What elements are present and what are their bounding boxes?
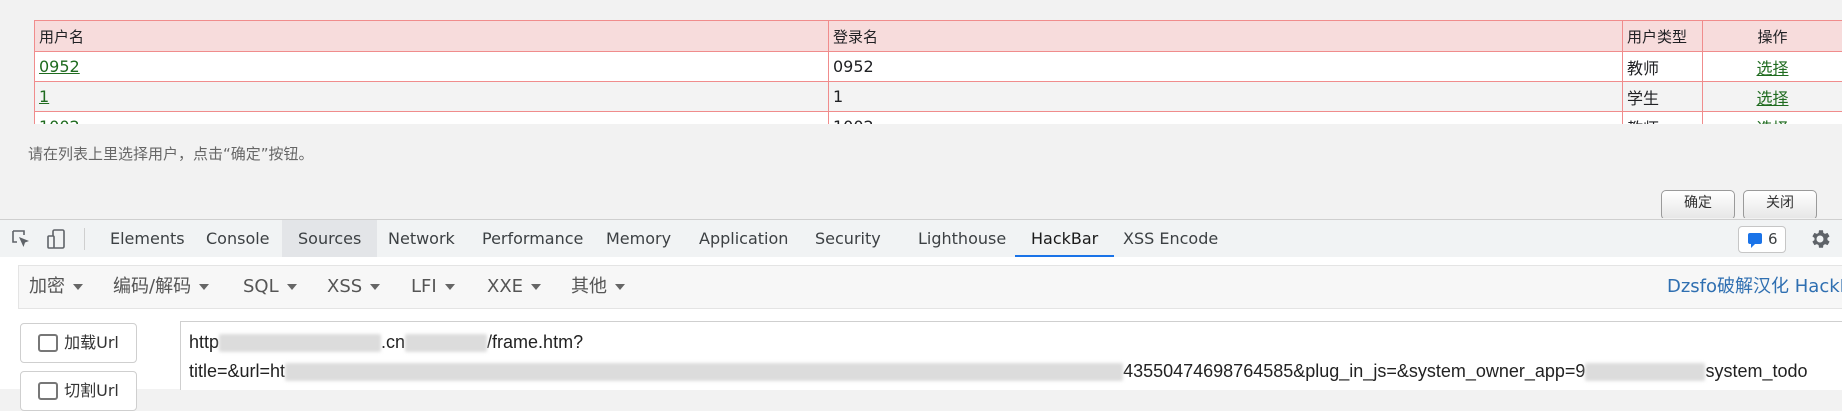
tab-security[interactable]: Security [799, 220, 897, 257]
device-toolbar-icon[interactable] [46, 228, 68, 250]
menu-sql-label: SQL [243, 276, 279, 297]
url-line-2: title=&url=ht 43550474698764585&plug_in_j… [189, 361, 1808, 382]
menu-other-label: 其他 [571, 276, 607, 297]
username-link[interactable]: 1 [39, 87, 49, 106]
user-table: 用户名 登录名 用户类型 操作 0952 0952 教师 选择 1 1 学生 选 [34, 20, 1842, 124]
caret-down-icon [531, 284, 541, 290]
header-login-name: 登录名 [829, 21, 1623, 52]
tab-elements[interactable]: Elements [94, 220, 201, 257]
toolbar-divider [84, 228, 85, 250]
caret-down-icon [445, 284, 455, 290]
page-content: 用户名 登录名 用户类型 操作 0952 0952 教师 选择 1 1 学生 选 [0, 0, 1842, 218]
tab-performance[interactable]: Performance [466, 220, 599, 257]
tab-lighthouse[interactable]: Lighthouse [902, 220, 1022, 257]
table-row: 1 1 学生 选择 [35, 82, 1842, 112]
cell-action: 选择 [1703, 112, 1842, 125]
close-button[interactable]: 关闭 [1743, 190, 1817, 218]
caret-down-icon [615, 284, 625, 290]
ok-button[interactable]: 确定 [1661, 190, 1735, 218]
caret-down-icon [287, 284, 297, 290]
tab-network[interactable]: Network [372, 220, 471, 257]
tab-hackbar[interactable]: HackBar [1015, 220, 1114, 257]
split-url-label: 切割Url [64, 381, 119, 400]
tab-sources[interactable]: Sources [282, 220, 377, 257]
menu-lfi[interactable]: LFI [411, 266, 455, 308]
cell-action: 选择 [1703, 52, 1842, 82]
cell-user-type: 学生 [1623, 82, 1703, 112]
caret-down-icon [370, 284, 380, 290]
select-link[interactable]: 选择 [1756, 59, 1788, 78]
redacted-text [219, 334, 381, 352]
table-row: 0952 0952 教师 选择 [35, 52, 1842, 82]
hackbar-brand: Dzsfo破解汉化 HackBar [1667, 266, 1842, 308]
hackbar-body: 加载Url 切割Url http.cn/frame.htm? title=&ur… [0, 313, 1842, 389]
menu-xxe-label: XXE [487, 276, 523, 297]
split-icon [38, 382, 58, 400]
username-link[interactable]: 1002 [39, 117, 80, 124]
split-url-button[interactable]: 切割Url [20, 371, 137, 411]
redacted-text [1585, 363, 1705, 381]
header-username: 用户名 [35, 21, 829, 52]
user-table-container[interactable]: 用户名 登录名 用户类型 操作 0952 0952 教师 选择 1 1 学生 选 [34, 20, 1842, 124]
table-row: 1002 1002 教师 选择 [35, 112, 1842, 125]
redacted-text [285, 363, 1123, 381]
cell-user-type: 教师 [1623, 52, 1703, 82]
menu-encrypt[interactable]: 加密 [29, 266, 83, 308]
menu-encrypt-label: 加密 [29, 276, 65, 297]
header-action: 操作 [1703, 21, 1842, 52]
url-text: system_todo [1705, 361, 1807, 381]
instruction-text: 请在列表上里选择用户，点击“确定”按钮。 [28, 143, 314, 164]
hackbar-menu-bar: 加密 编码/解码 SQL XSS LFI XXE 其他 Dzsfo破解汉化 Ha… [0, 257, 1842, 313]
select-link[interactable]: 选择 [1756, 119, 1788, 125]
tab-console[interactable]: Console [190, 220, 286, 257]
url-line-1: http .cn/frame.htm? [189, 332, 583, 353]
caret-down-icon [73, 284, 83, 290]
load-url-label: 加载Url [64, 333, 119, 352]
gear-icon[interactable] [1808, 227, 1832, 251]
menu-xss[interactable]: XSS [327, 266, 380, 308]
cell-action: 选择 [1703, 82, 1842, 112]
chat-bubble-icon [1748, 233, 1762, 244]
issues-count: 6 [1768, 227, 1778, 252]
inspect-element-icon[interactable] [10, 228, 32, 250]
cell-login-name: 1 [829, 82, 1623, 112]
cell-username: 1 [35, 82, 829, 112]
cell-login-name: 1002 [829, 112, 1623, 125]
tab-memory[interactable]: Memory [590, 220, 687, 257]
header-user-type: 用户类型 [1623, 21, 1703, 52]
url-textarea[interactable]: http .cn/frame.htm? title=&url=ht 43550474… [180, 321, 1842, 390]
menu-encode-decode-label: 编码/解码 [113, 276, 191, 297]
username-link[interactable]: 0952 [39, 57, 80, 76]
select-link[interactable]: 选择 [1756, 89, 1788, 108]
cell-user-type: 教师 [1623, 112, 1703, 125]
menu-encode-decode[interactable]: 编码/解码 [113, 266, 209, 308]
load-url-button[interactable]: 加载Url [20, 323, 137, 363]
url-text: title=&url=ht [189, 361, 285, 381]
issues-button[interactable]: 6 [1738, 226, 1786, 253]
url-text: 43550474698764585&plug_in_js=&system_own… [1123, 361, 1585, 381]
menu-sql[interactable]: SQL [243, 266, 297, 308]
tab-xss-encode[interactable]: XSS Encode [1107, 220, 1234, 257]
devtools-tab-bar: Elements Console Sources Network Perform… [0, 219, 1842, 258]
redacted-text [405, 334, 487, 352]
url-text: http [189, 332, 219, 352]
cell-username: 0952 [35, 52, 829, 82]
cell-login-name: 0952 [829, 52, 1623, 82]
url-text: /frame.htm? [487, 332, 583, 352]
url-text: .cn [381, 332, 405, 352]
hackbar-menu: 加密 编码/解码 SQL XSS LFI XXE 其他 Dzsfo破解汉化 Ha… [18, 265, 1842, 309]
menu-xxe[interactable]: XXE [487, 266, 541, 308]
menu-other[interactable]: 其他 [571, 266, 625, 308]
caret-down-icon [199, 284, 209, 290]
table-header-row: 用户名 登录名 用户类型 操作 [35, 21, 1842, 52]
menu-lfi-label: LFI [411, 276, 437, 297]
menu-xss-label: XSS [327, 276, 362, 297]
load-icon [38, 334, 58, 352]
cell-username: 1002 [35, 112, 829, 125]
tab-application[interactable]: Application [683, 220, 804, 257]
